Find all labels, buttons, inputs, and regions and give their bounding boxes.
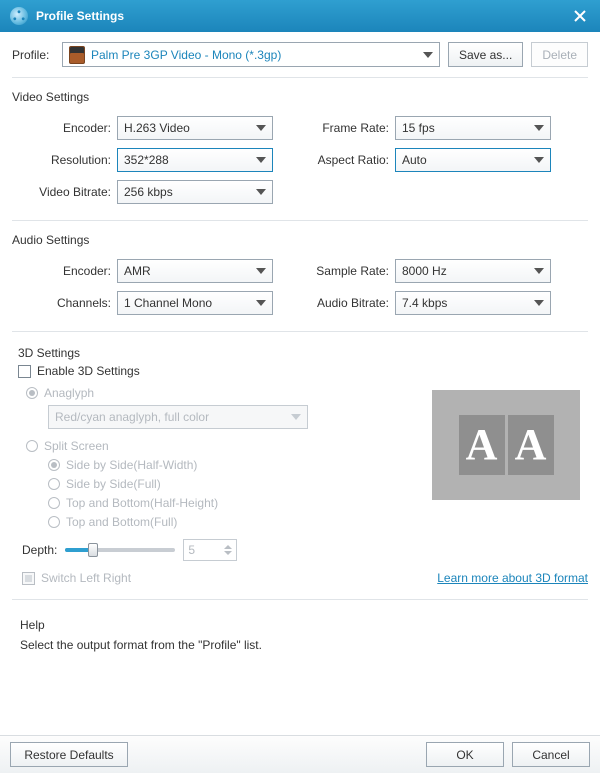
- 3d-settings-group: 3D Settings Enable 3D Settings A A Anagl…: [12, 346, 588, 585]
- aspect-ratio-select[interactable]: Auto: [395, 148, 551, 172]
- chevron-down-icon: [256, 189, 266, 195]
- 3d-settings-title: 3D Settings: [18, 346, 588, 360]
- anaglyph-label: Anaglyph: [44, 386, 94, 400]
- audio-settings-group: Audio Settings Encoder: AMR Sample Rate:…: [12, 233, 588, 321]
- chevron-down-icon: [423, 52, 433, 58]
- preview-letter-right: A: [508, 415, 554, 475]
- frame-rate-label: Frame Rate:: [300, 121, 395, 135]
- sample-rate-label: Sample Rate:: [300, 264, 395, 278]
- chevron-down-icon: [256, 157, 266, 163]
- restore-defaults-button[interactable]: Restore Defaults: [10, 742, 128, 767]
- tab-half-radio: [48, 497, 60, 509]
- app-logo-icon: [10, 7, 28, 25]
- profile-value: Palm Pre 3GP Video - Mono (*.3gp): [91, 48, 281, 62]
- resolution-label: Resolution:: [12, 153, 117, 167]
- audio-settings-title: Audio Settings: [12, 233, 588, 247]
- video-settings-group: Video Settings Encoder: H.263 Video Fram…: [12, 90, 588, 210]
- chevron-down-icon: [534, 268, 544, 274]
- sample-rate-select[interactable]: 8000 Hz: [395, 259, 551, 283]
- video-settings-title: Video Settings: [12, 90, 588, 104]
- video-encoder-select[interactable]: H.263 Video: [117, 116, 273, 140]
- switch-lr-label: Switch Left Right: [41, 571, 131, 585]
- slider-thumb[interactable]: [88, 543, 98, 557]
- save-as-button[interactable]: Save as...: [448, 42, 523, 67]
- split-screen-label: Split Screen: [44, 439, 109, 453]
- close-button[interactable]: [570, 6, 590, 26]
- sbs-half-label: Side by Side(Half-Width): [66, 458, 197, 472]
- sbs-full-radio: [48, 478, 60, 490]
- profile-device-icon: [69, 46, 85, 64]
- chevron-down-icon: [224, 551, 232, 555]
- depth-value: 5: [188, 543, 195, 557]
- sbs-full-label: Side by Side(Full): [66, 477, 161, 491]
- video-encoder-label: Encoder:: [12, 121, 117, 135]
- frame-rate-select[interactable]: 15 fps: [395, 116, 551, 140]
- resolution-select[interactable]: 352*288: [117, 148, 273, 172]
- chevron-down-icon: [291, 414, 301, 420]
- aspect-ratio-label: Aspect Ratio:: [300, 153, 395, 167]
- split-screen-radio: [26, 440, 38, 452]
- close-icon: [574, 10, 586, 22]
- window-title: Profile Settings: [36, 9, 124, 23]
- tab-full-label: Top and Bottom(Full): [66, 515, 177, 529]
- help-title: Help: [20, 618, 588, 632]
- content-area: Profile: Palm Pre 3GP Video - Mono (*.3g…: [0, 32, 600, 735]
- switch-lr-checkbox: [22, 572, 35, 585]
- channels-label: Channels:: [12, 296, 117, 310]
- preview-letter-left: A: [459, 415, 505, 475]
- chevron-down-icon: [534, 125, 544, 131]
- delete-button: Delete: [531, 42, 588, 67]
- audio-bitrate-label: Audio Bitrate:: [300, 296, 395, 310]
- cancel-button[interactable]: Cancel: [512, 742, 590, 767]
- enable-3d-label: Enable 3D Settings: [37, 364, 140, 378]
- tab-full-radio: [48, 516, 60, 528]
- chevron-up-icon: [224, 545, 232, 549]
- ok-button[interactable]: OK: [426, 742, 504, 767]
- 3d-preview: A A: [432, 390, 580, 500]
- profile-label: Profile:: [12, 48, 62, 62]
- chevron-down-icon: [256, 300, 266, 306]
- profile-select[interactable]: Palm Pre 3GP Video - Mono (*.3gp): [62, 42, 440, 67]
- channels-select[interactable]: 1 Channel Mono: [117, 291, 273, 315]
- chevron-down-icon: [256, 125, 266, 131]
- tab-half-label: Top and Bottom(Half-Height): [66, 496, 218, 510]
- chevron-down-icon: [534, 157, 544, 163]
- help-group: Help Select the output format from the "…: [12, 618, 588, 652]
- audio-encoder-label: Encoder:: [12, 264, 117, 278]
- video-bitrate-select[interactable]: 256 kbps: [117, 180, 273, 204]
- profile-row: Profile: Palm Pre 3GP Video - Mono (*.3g…: [12, 42, 588, 67]
- anaglyph-mode-select: Red/cyan anaglyph, full color: [48, 405, 308, 429]
- depth-label: Depth:: [22, 543, 57, 557]
- video-bitrate-label: Video Bitrate:: [12, 185, 117, 199]
- sbs-half-radio: [48, 459, 60, 471]
- learn-more-link[interactable]: Learn more about 3D format: [437, 571, 588, 585]
- audio-encoder-select[interactable]: AMR: [117, 259, 273, 283]
- help-text: Select the output format from the "Profi…: [20, 638, 588, 652]
- enable-3d-checkbox[interactable]: [18, 365, 31, 378]
- footer: Restore Defaults OK Cancel: [0, 735, 600, 773]
- chevron-down-icon: [534, 300, 544, 306]
- titlebar: Profile Settings: [0, 0, 600, 32]
- depth-spinner: 5: [183, 539, 237, 561]
- anaglyph-radio: [26, 387, 38, 399]
- audio-bitrate-select[interactable]: 7.4 kbps: [395, 291, 551, 315]
- chevron-down-icon: [256, 268, 266, 274]
- depth-slider[interactable]: [65, 548, 175, 552]
